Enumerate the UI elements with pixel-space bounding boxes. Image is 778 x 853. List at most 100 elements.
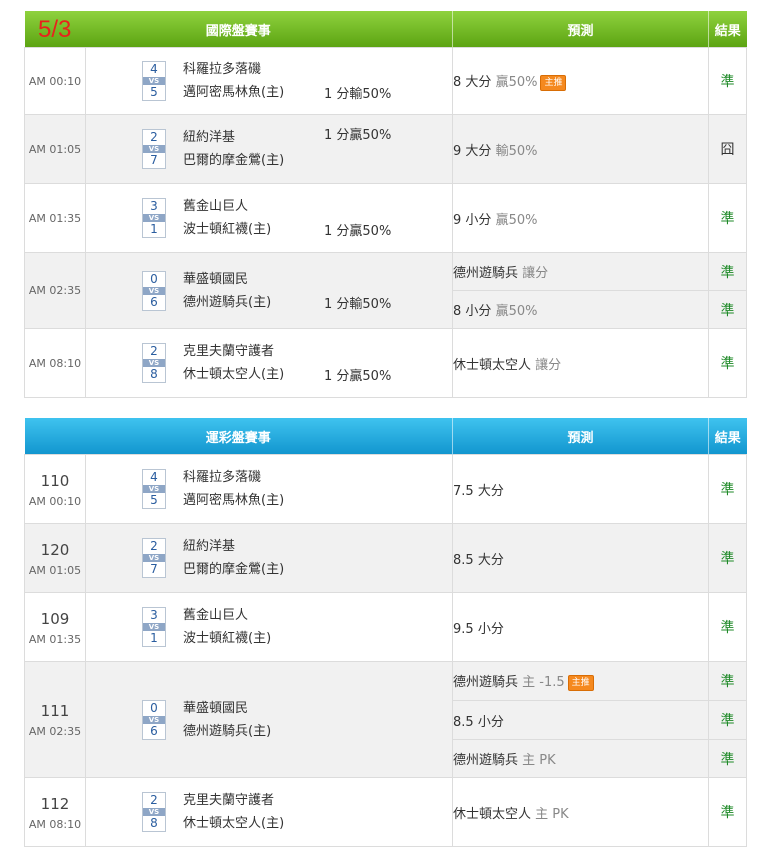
home-team: 休士頓太空人(主) bbox=[183, 367, 285, 382]
away-team: 紐約洋基 bbox=[183, 539, 236, 554]
home-score: 5 bbox=[150, 493, 158, 507]
table-row: AM 01:05 2 VS 7 紐約洋基巴爾的摩金鶯(主) 1 分贏50% 9 大分 輸50… bbox=[24, 114, 748, 184]
prediction-cell: 9 大分 輸50% bbox=[452, 114, 710, 184]
table-header: 國際盤賽事 預測 結果 bbox=[24, 11, 747, 48]
prediction-detail: 主 PK bbox=[535, 806, 569, 822]
result-cell: 準 bbox=[708, 777, 748, 847]
away-team: 科羅拉多落磯 bbox=[183, 62, 262, 77]
home-team: 德州遊騎兵(主) bbox=[183, 723, 272, 739]
away-score: 4 bbox=[150, 470, 158, 484]
prediction-cell: 8 小分 贏50% bbox=[452, 290, 710, 329]
table-row: 112 AM 08:10 2 VS 8 克里夫蘭守護者 休士頓太空人(主) 休士頓太空人 主 … bbox=[24, 777, 748, 847]
match-number: 110 bbox=[40, 471, 70, 490]
prediction-main: 9 小分 bbox=[453, 212, 492, 228]
prediction-main: 德州遊騎兵 bbox=[453, 753, 519, 768]
match-time-cell: AM 01:35 bbox=[24, 183, 86, 253]
away-score: 0 bbox=[150, 271, 158, 286]
home-score: 7 bbox=[150, 153, 158, 167]
table-row: 110 AM 00:10 4 VS 5 科羅拉多落磯 邁阿密馬林魚(主) 7.5 大分 準 bbox=[24, 454, 748, 524]
home-team: 邁阿密馬林魚(主) bbox=[183, 85, 285, 100]
prediction-detail: 主 -1.5 bbox=[522, 675, 565, 690]
vs-badge: VS bbox=[143, 77, 165, 85]
handicap-text: 1 分贏50% bbox=[324, 224, 392, 239]
vs-badge: VS bbox=[143, 214, 165, 222]
result-cell: 準 bbox=[708, 661, 748, 701]
prediction-cell: 德州遊騎兵 主 -1.5 主推 bbox=[452, 661, 710, 701]
result-cell: 準 bbox=[708, 592, 748, 662]
result-cell: 準 bbox=[708, 47, 748, 115]
home-team: 波士頓紅襪(主) bbox=[183, 222, 272, 237]
result-cell: 囧 bbox=[708, 114, 748, 184]
result-header: 結果 bbox=[708, 418, 747, 455]
matchup-cell: 2 VS 8 克里夫蘭守護者 休士頓太空人(主) bbox=[84, 777, 454, 847]
vs-badge: VS bbox=[143, 554, 165, 562]
prediction-main: 休士頓太空人 bbox=[453, 357, 532, 373]
matchup-cell: 2 VS 7 紐約洋基巴爾的摩金鶯(主) 1 分贏50% bbox=[84, 114, 454, 184]
match-time: AM 01:05 bbox=[28, 142, 82, 156]
result-cell: 準 bbox=[708, 454, 748, 524]
away-team: 克里夫蘭守護者 bbox=[183, 344, 275, 359]
home-team: 德州遊騎兵(主) bbox=[183, 294, 272, 310]
teams: 舊金山巨人 波士頓紅襪(主) bbox=[183, 604, 271, 650]
match-time-cell: 120 AM 01:05 bbox=[24, 523, 86, 593]
prediction-detail: 贏50% bbox=[495, 304, 538, 319]
score-box: 0 VS 6 bbox=[142, 699, 166, 740]
table-row: AM 02:35 0 VS 6 華盛頓國民 德州遊騎兵(主) 1 分輸50% 德州遊騎兵 讓分… bbox=[24, 252, 748, 329]
sports-lottery-odds-table: 運彩盤賽事 預測 結果 110 AM 00:10 4 VS 5 科羅拉多落磯 邁阿密馬林魚(… bbox=[24, 418, 748, 847]
home-team: 巴爾的摩金鶯(主) bbox=[183, 153, 285, 168]
score-box: 2 VS 7 bbox=[142, 129, 166, 169]
prediction-cell: 9 小分 贏50% bbox=[452, 183, 710, 253]
prediction-main: 德州遊騎兵 bbox=[453, 675, 519, 690]
away-team: 舊金山巨人 bbox=[183, 199, 249, 214]
away-team: 舊金山巨人 bbox=[183, 608, 249, 623]
vs-badge: VS bbox=[143, 808, 165, 816]
prediction-detail: 輸50% bbox=[495, 143, 538, 159]
table-row: 111 AM 02:35 0 VS 6 華盛頓國民 德州遊騎兵(主) 德州遊騎兵 主 -1.5… bbox=[24, 661, 748, 778]
prediction-detail: 讓分 bbox=[522, 266, 549, 281]
teams: 華盛頓國民 德州遊騎兵(主) bbox=[183, 697, 271, 743]
prediction-cell: 德州遊騎兵 讓分 bbox=[452, 252, 710, 291]
table-row: AM 01:35 3 VS 1 舊金山巨人 波士頓紅襪(主) 1 分贏50% 9 小分 贏50… bbox=[24, 183, 748, 253]
score-box: 0 VS 6 bbox=[142, 270, 166, 311]
prediction-cell: 德州遊騎兵 主 PK bbox=[452, 739, 710, 778]
home-score: 1 bbox=[150, 631, 158, 645]
teams: 華盛頓國民 德州遊騎兵(主) bbox=[183, 268, 271, 314]
table-row: AM 08:10 2 VS 8 克里夫蘭守護者 休士頓太空人(主) 1 分贏50% 休士頓太空… bbox=[24, 328, 748, 398]
match-number: 109 bbox=[40, 609, 70, 628]
vs-badge: VS bbox=[143, 623, 165, 631]
away-score: 3 bbox=[150, 608, 158, 622]
vs-badge: VS bbox=[143, 715, 165, 724]
match-time-cell: AM 08:10 bbox=[24, 328, 86, 398]
prediction-cell: 7.5 大分 bbox=[452, 454, 710, 524]
prediction-cell: 休士頓太空人 讓分 bbox=[452, 328, 710, 398]
handicap-text: 1 分贏50% bbox=[324, 128, 392, 143]
away-team: 紐約洋基 bbox=[183, 130, 236, 145]
match-time: AM 01:35 bbox=[28, 211, 82, 225]
match-time-cell: 110 AM 00:10 bbox=[24, 454, 86, 524]
score-box: 2 VS 8 bbox=[142, 792, 166, 832]
prediction-detail: 贏50% bbox=[495, 75, 538, 90]
prediction-detail: 贏50% bbox=[495, 212, 538, 228]
score-box: 3 VS 1 bbox=[142, 607, 166, 647]
matchup-cell: 3 VS 1 舊金山巨人 波士頓紅襪(主) 1 分贏50% bbox=[84, 183, 454, 253]
matchup-cell: 4 VS 5 科羅拉多落磯 邁阿密馬林魚(主) 1 分輸50% bbox=[84, 47, 454, 115]
result-cell: 準 bbox=[708, 290, 748, 329]
predict-header: 預測 bbox=[452, 418, 710, 455]
prediction-main: 9.5 小分 bbox=[453, 621, 504, 637]
vs-badge: VS bbox=[143, 485, 165, 493]
prediction-main: 9 大分 bbox=[453, 143, 492, 159]
table-header: 運彩盤賽事 預測 結果 bbox=[24, 418, 747, 455]
score-box: 4 VS 5 bbox=[142, 61, 166, 101]
match-number: 112 bbox=[40, 794, 70, 813]
match-time: AM 00:10 bbox=[28, 74, 82, 88]
teams: 克里夫蘭守護者 休士頓太空人(主) bbox=[183, 340, 284, 386]
table-row: AM 00:10 4 VS 5 科羅拉多落磯 邁阿密馬林魚(主) 1 分輸50% 8 大分 贏… bbox=[24, 47, 748, 115]
teams: 舊金山巨人波士頓紅襪(主) bbox=[183, 195, 271, 241]
teams: 紐約洋基巴爾的摩金鶯(主) bbox=[183, 126, 284, 172]
prediction-main: 8 小分 bbox=[453, 304, 492, 319]
match-time: AM 02:35 bbox=[28, 725, 82, 738]
teams: 紐約洋基 巴爾的摩金鶯(主) bbox=[183, 535, 284, 581]
matchup-cell: 2 VS 7 紐約洋基 巴爾的摩金鶯(主) bbox=[84, 523, 454, 593]
home-team: 休士頓太空人(主) bbox=[183, 816, 285, 831]
match-time-cell: AM 00:10 bbox=[24, 47, 86, 115]
